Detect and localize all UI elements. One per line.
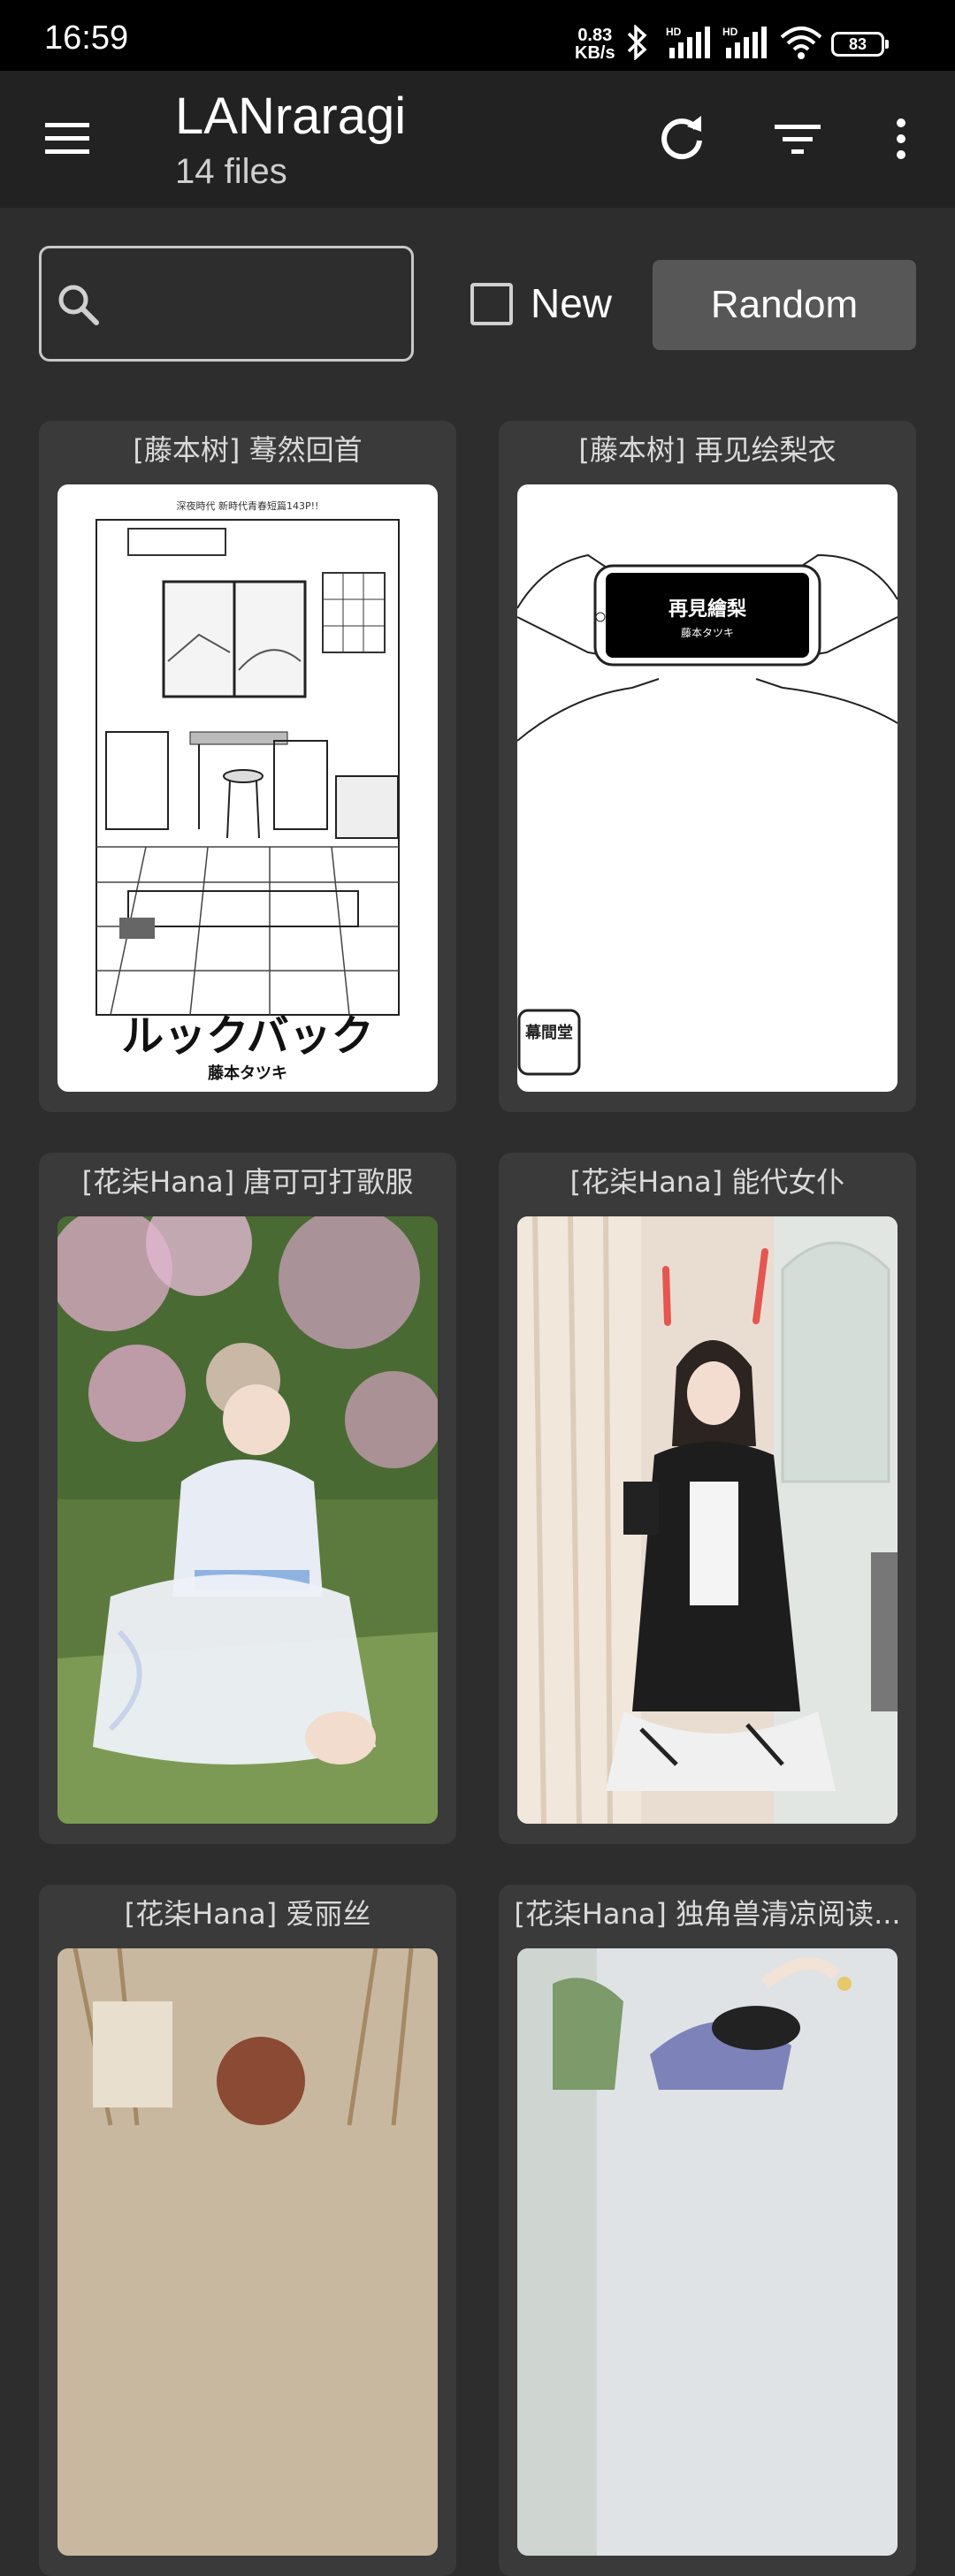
file-count: 14 files xyxy=(175,152,287,191)
cover-title: ルックバック xyxy=(121,1011,374,1061)
archive-thumbnail[interactable] xyxy=(517,1216,898,1824)
cover-title: 再見繪梨 xyxy=(668,598,746,621)
archive-thumbnail[interactable]: 深夜時代 新時代青春短篇143P!! ルックバック 藤本タツキ xyxy=(57,484,438,1092)
archive-title: [藤本树] 再见绘梨衣 xyxy=(578,433,837,467)
network-speed-value: 0.83 xyxy=(577,26,613,45)
network-speed-unit: KB/s xyxy=(575,43,615,63)
random-button[interactable]: Random xyxy=(653,260,916,350)
archive-title: [花柒Hana] 能代女仆 xyxy=(569,1165,845,1199)
archive-thumbnail[interactable] xyxy=(57,1216,438,1824)
network-speed: 0.83 KB/s xyxy=(575,27,615,62)
photo-alice-cosplay xyxy=(57,1948,438,2556)
archive-card[interactable]: [花柒Hana] 爱丽丝 xyxy=(39,1885,456,2576)
archive-title: [藤本树] 蓦然回首 xyxy=(133,433,363,467)
status-time: 16:59 xyxy=(44,19,129,57)
signal-hd-icon-2: HD xyxy=(722,26,767,58)
manga-cover-lookback: 深夜時代 新時代青春短篇143P!! ルックバック 藤本タツキ xyxy=(96,499,400,1083)
archive-card[interactable]: [花柒Hana] 能代女仆 xyxy=(499,1153,916,1844)
refresh-button[interactable] xyxy=(646,103,717,174)
cover-author: 藤本タツキ xyxy=(208,1063,287,1083)
cover-stamp: 幕間堂 xyxy=(524,1023,573,1042)
new-checkbox-label[interactable]: New xyxy=(531,279,612,327)
archive-card[interactable]: [花柒Hana] 独角兽清凉阅读... xyxy=(499,1885,916,2576)
archive-card[interactable]: [藤本树] 蓦然回首 深夜時代 新時代青春短篇143P!! ルックバック 藤本タ… xyxy=(39,421,456,1112)
more-vert-icon xyxy=(897,118,905,159)
search-icon xyxy=(58,285,99,325)
archive-title: [花柒Hana] 独角兽清凉阅读... xyxy=(514,1897,901,1931)
cover-author: 藤本タツキ xyxy=(681,627,734,639)
search-input[interactable] xyxy=(116,275,402,335)
signal-hd-icon-1: HD xyxy=(666,26,710,58)
cover-caption: 深夜時代 新時代青春短篇143P!! xyxy=(177,499,319,512)
svg-text:HD: HD xyxy=(722,26,738,38)
archive-card[interactable]: [花柒Hana] 唐可可打歌服 xyxy=(39,1153,456,1844)
photo-maid-cosplay xyxy=(517,1216,898,1824)
manga-cover-goodbye-eri: 再見繪梨 藤本タツキ 幕間堂 xyxy=(517,553,898,1076)
app-bar: LANraragi 14 files xyxy=(0,71,955,208)
archive-card[interactable]: [藤本树] 再见绘梨衣 再見繪梨 藤本タツキ 幕間堂 xyxy=(499,421,916,1112)
status-bar: 16:59 0.83 KB/s HD HD 83 xyxy=(0,0,955,71)
menu-button[interactable] xyxy=(33,103,103,174)
refresh-icon xyxy=(661,116,702,160)
archive-thumbnail[interactable] xyxy=(57,1948,438,2556)
battery-indicator: 83 xyxy=(831,32,889,57)
filter-icon xyxy=(775,125,821,154)
photo-unicorn-cosplay xyxy=(517,1948,898,2556)
overflow-menu-button[interactable] xyxy=(866,103,936,174)
bluetooth-icon xyxy=(627,25,647,60)
app-title: LANraragi xyxy=(175,88,407,145)
svg-text:HD: HD xyxy=(666,26,682,38)
archive-title: [花柒Hana] 爱丽丝 xyxy=(124,1897,371,1931)
search-box[interactable] xyxy=(39,246,414,362)
filter-button[interactable] xyxy=(762,103,833,174)
wifi-icon xyxy=(780,27,822,59)
archive-thumbnail[interactable]: 再見繪梨 藤本タツキ 幕間堂 xyxy=(517,484,898,1092)
archive-title: [花柒Hana] 唐可可打歌服 xyxy=(81,1165,414,1199)
archive-thumbnail[interactable] xyxy=(517,1948,898,2556)
hamburger-menu-icon xyxy=(45,123,89,154)
photo-cherry-blossom-cosplay xyxy=(57,1216,438,1824)
new-checkbox[interactable] xyxy=(470,283,513,325)
